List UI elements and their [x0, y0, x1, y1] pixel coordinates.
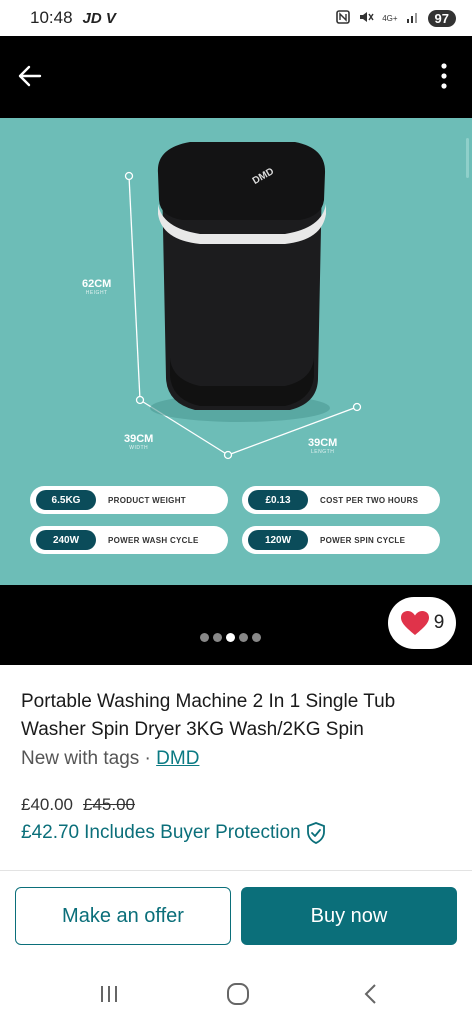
mute-icon: [358, 10, 374, 27]
pagination-dot[interactable]: [239, 633, 248, 642]
width-sub: WIDTH: [129, 445, 149, 451]
buy-now-button[interactable]: Buy now: [241, 887, 457, 945]
more-vertical-icon: [441, 63, 447, 89]
length-value: 39CM: [308, 437, 338, 449]
height-dimension: 62CM HEIGHT: [82, 278, 111, 296]
protection-text: Includes Buyer Protection: [84, 822, 301, 843]
washing-machine-illustration: [124, 138, 469, 460]
status-carrier: JD V: [82, 9, 116, 27]
favourite-button[interactable]: 9: [388, 597, 456, 649]
make-offer-button[interactable]: Make an offer: [15, 887, 231, 945]
spec-label: COST PER TWO HOURS: [320, 495, 419, 505]
arrow-left-icon: [18, 65, 42, 87]
spec-pill: 6.5KG PRODUCT WEIGHT: [30, 486, 228, 514]
height-sub: HEIGHT: [85, 290, 108, 296]
spec-value: 120W: [248, 530, 308, 550]
spec-label: PRODUCT WEIGHT: [108, 495, 186, 505]
home-icon: [227, 983, 249, 1005]
top-app-bar: [0, 36, 472, 118]
spec-label: POWER SPIN CYCLE: [320, 535, 406, 545]
pagination-dot[interactable]: [200, 633, 209, 642]
spec-pill: 240W POWER WASH CYCLE: [30, 526, 228, 554]
spec-label: POWER WASH CYCLE: [108, 535, 199, 545]
heart-icon: [400, 611, 429, 635]
back-button[interactable]: [12, 58, 48, 94]
gallery-footer: 9: [0, 585, 472, 665]
price-row: £40.00 £45.00: [21, 795, 135, 815]
back-nav-button[interactable]: [356, 982, 386, 1006]
product-title: Portable Washing Machine 2 In 1 Single T…: [21, 691, 396, 740]
recent-apps-icon: [101, 986, 117, 1002]
product-condition: New with tags · DMD: [21, 748, 199, 770]
like-count: 9: [433, 612, 445, 633]
signal-icon: [406, 11, 420, 26]
recent-apps-button[interactable]: [95, 982, 125, 1006]
width-value: 39CM: [124, 433, 154, 445]
brand-link[interactable]: DMD: [156, 748, 199, 769]
chevron-left-icon: [364, 984, 376, 1004]
current-price: £40.00: [21, 795, 73, 814]
length-dimension: 39CM LENGTH: [308, 437, 337, 455]
shield-check-icon: [306, 822, 325, 844]
battery-indicator: 97: [427, 9, 456, 27]
more-options-button[interactable]: [432, 58, 456, 94]
product-image[interactable]: DMD 62CM HEIGHT 39CM WIDTH 39CM LENGTH 6…: [0, 118, 472, 585]
status-icons: 4G+ 97: [336, 9, 456, 27]
nfc-icon: [336, 9, 350, 27]
network-label: 4G+: [382, 13, 398, 23]
total-price: £42.70: [21, 822, 80, 843]
home-button[interactable]: [222, 982, 252, 1006]
length-sub: LENGTH: [311, 449, 335, 455]
status-bar: 10:48 JD V 4G+ 97: [0, 0, 472, 36]
spec-value: 240W: [36, 530, 96, 550]
spec-pill: 120W POWER SPIN CYCLE: [242, 526, 440, 554]
pagination-dot-active[interactable]: [226, 633, 235, 642]
pagination-dot[interactable]: [213, 633, 222, 642]
original-price: £45.00: [83, 795, 135, 814]
spec-pill: £0.13 COST PER TWO HOURS: [242, 486, 440, 514]
condition-text: New with tags ·: [21, 748, 157, 769]
height-value: 62CM: [82, 278, 112, 290]
width-dimension: 39CM WIDTH: [124, 433, 153, 451]
spec-value: £0.13: [248, 490, 308, 510]
divider: [0, 870, 472, 871]
system-nav-bar: [0, 964, 472, 1024]
total-price-row[interactable]: £42.70 Includes Buyer Protection: [21, 822, 326, 844]
pagination-dot[interactable]: [252, 633, 261, 642]
status-time: 10:48: [30, 8, 73, 27]
image-pagination: [200, 633, 261, 642]
spec-value: 6.5KG: [36, 490, 96, 510]
